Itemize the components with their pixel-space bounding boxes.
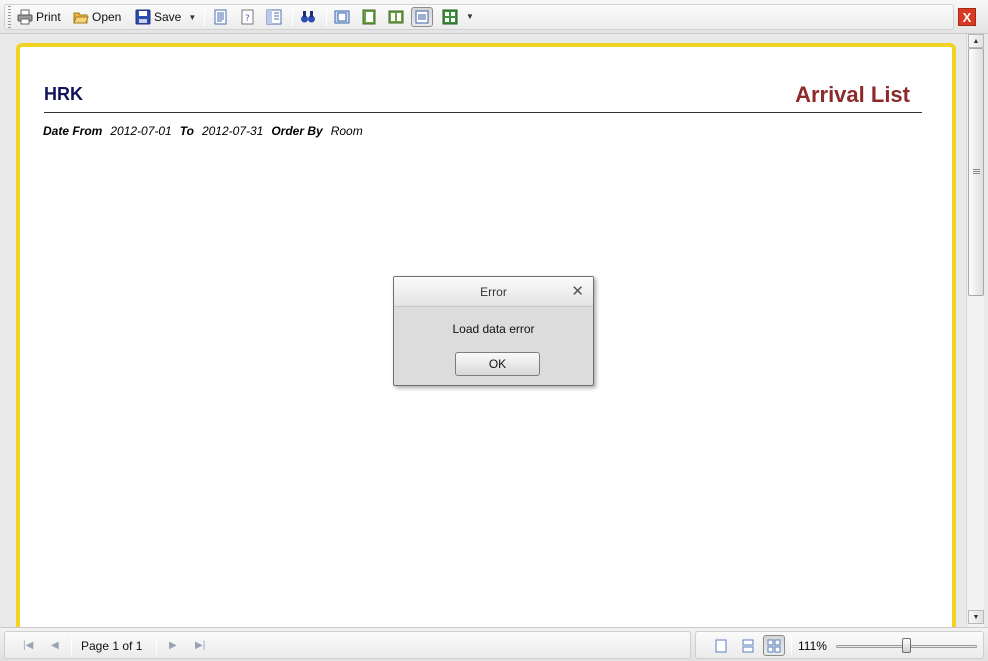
error-dialog: Error ✕ Load data error OK	[393, 276, 594, 386]
toolbar-separator	[292, 8, 293, 26]
multi-page-view-icon	[767, 639, 781, 652]
single-page-button[interactable]	[331, 7, 353, 27]
next-page-icon[interactable]: ▶	[169, 640, 177, 651]
save-button[interactable]: Save ▼	[135, 7, 196, 27]
previous-page-icon[interactable]: ◀	[51, 640, 59, 651]
book-button[interactable]	[358, 7, 380, 27]
binoculars-icon	[300, 9, 316, 25]
single-page-view-button[interactable]	[710, 635, 732, 656]
single-page-icon	[334, 9, 350, 25]
first-page-icon[interactable]: |◀	[23, 640, 33, 651]
folder-open-icon	[73, 9, 89, 25]
svg-text:?: ?	[245, 14, 250, 24]
ok-button[interactable]: OK	[455, 352, 540, 376]
vertical-scrollbar[interactable]: ▲ ▼	[966, 34, 984, 627]
dialog-title-bar[interactable]: Error ✕	[394, 277, 593, 307]
save-dropdown-arrow-icon[interactable]: ▼	[188, 13, 196, 22]
printer-icon	[17, 9, 33, 25]
toolbar-separator	[204, 8, 205, 26]
zoom-slider-thumb[interactable]	[902, 638, 911, 653]
two-pages-icon	[388, 9, 404, 25]
page-indicator: Page 1 of 1	[81, 639, 143, 653]
toolbar-grip[interactable]	[8, 6, 11, 28]
status-separator	[156, 637, 157, 655]
print-label: Print	[36, 10, 61, 24]
open-label: Open	[92, 10, 122, 24]
export-dropdown-arrow-icon[interactable]: ▼	[466, 12, 474, 21]
to-label: To	[179, 124, 194, 138]
floppy-disk-icon	[135, 9, 151, 25]
document-map-button[interactable]	[263, 7, 285, 27]
find-button[interactable]	[297, 7, 319, 27]
open-button[interactable]: Open	[73, 7, 121, 27]
last-page-icon[interactable]: ▶|	[195, 640, 205, 651]
scroll-down-arrow-icon[interactable]: ▼	[968, 610, 984, 624]
report-parameters: Date From 2012-07-01 To 2012-07-31 Order By R…	[43, 124, 371, 138]
page-setup-icon: ?	[239, 9, 255, 25]
zoom-level: 111%	[798, 639, 827, 653]
dialog-close-icon[interactable]: ✕	[571, 284, 584, 299]
date-from-value: 2012-07-01	[110, 124, 172, 138]
order-by-label: Order By	[271, 124, 323, 138]
fit-width-button[interactable]	[411, 7, 433, 27]
continuous-view-button[interactable]	[737, 635, 759, 656]
company-name: HRK	[44, 84, 83, 104]
header-divider	[44, 112, 922, 113]
print-button[interactable]: Print	[17, 7, 61, 27]
status-bar: |◀ ◀ Page 1 of 1 ▶ ▶| 111%	[0, 627, 988, 661]
scrollbar-thumb[interactable]	[968, 48, 984, 296]
multi-page-view-button[interactable]	[763, 635, 785, 656]
report-title: Arrival List	[795, 82, 910, 107]
book-icon	[361, 9, 377, 25]
dialog-message: Load data error	[452, 322, 535, 336]
export-icon	[442, 9, 458, 25]
view-zoom-controls: 111%	[695, 631, 984, 659]
fit-width-icon	[414, 9, 430, 25]
two-pages-button[interactable]	[385, 7, 407, 27]
page-layout-button[interactable]	[209, 7, 231, 27]
toolbar-separator	[326, 8, 327, 26]
dialog-title: Error	[480, 285, 507, 299]
date-from-label: Date From	[43, 124, 103, 138]
page-navigation: |◀ ◀ Page 1 of 1 ▶ ▶|	[4, 631, 691, 659]
scroll-up-arrow-icon[interactable]: ▲	[968, 34, 984, 48]
save-label: Save	[154, 10, 182, 24]
document-map-icon	[266, 9, 282, 25]
page-layout-icon	[212, 9, 228, 25]
date-to-value: 2012-07-31	[201, 124, 264, 138]
export-button[interactable]	[439, 7, 461, 27]
page-setup-button[interactable]: ?	[236, 7, 258, 27]
status-separator	[71, 637, 72, 655]
scrollbar-grip-icon	[973, 169, 980, 175]
close-button[interactable]: X	[958, 8, 976, 26]
continuous-view-icon	[742, 639, 754, 652]
toolbar: Print Open Save ▼ ? ▼ X	[0, 0, 988, 34]
status-separator	[791, 637, 792, 655]
single-page-view-icon	[715, 639, 727, 652]
order-by-value: Room	[330, 124, 363, 138]
